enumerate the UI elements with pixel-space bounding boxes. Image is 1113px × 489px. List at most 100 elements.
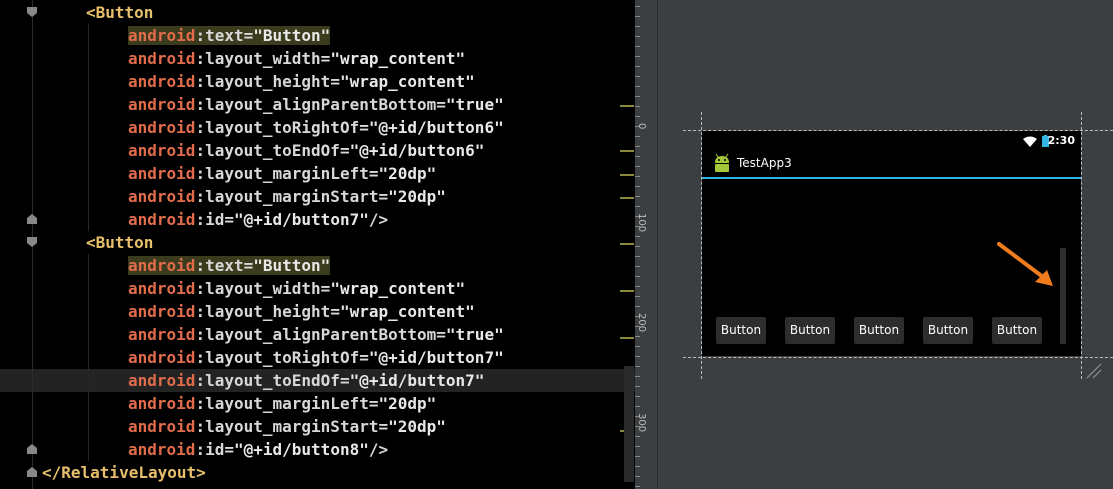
ruler-tick — [635, 166, 640, 167]
attr-key: layout_toRightOf — [205, 348, 360, 367]
colon: : — [195, 95, 206, 114]
attr-name: android:layout_marginStart="20dp" — [128, 417, 446, 436]
ruler-label: 200 — [636, 313, 647, 333]
preview-button[interactable]: Button — [923, 317, 973, 344]
attr-name: android:layout_width="wrap_content" — [128, 49, 465, 68]
ruler-tick — [635, 146, 640, 147]
colon: : — [195, 302, 206, 321]
error-stripe-mark[interactable] — [620, 290, 634, 292]
code-line[interactable]: android:layout_toEndOf="@+id/button6" — [128, 139, 484, 162]
indent-guide — [88, 254, 89, 461]
colon: : — [195, 256, 206, 275]
attr-key: layout_marginLeft — [205, 394, 369, 413]
action-bar: TestApp3 — [702, 152, 1081, 179]
ruler-tick — [635, 196, 640, 197]
attr-value: "true" — [445, 95, 504, 114]
colon: : — [195, 26, 206, 45]
attr-name: android:layout_toRightOf="@+id/button7" — [128, 348, 504, 367]
ruler-tick — [635, 246, 640, 247]
code-line[interactable]: android:id="@+id/button8"/> — [128, 438, 388, 461]
error-stripe-mark[interactable] — [620, 337, 634, 339]
attr-key: layout_toEndOf — [205, 141, 340, 160]
equals: = — [224, 210, 234, 229]
preview-button[interactable]: Button — [854, 317, 904, 344]
indent-guide — [88, 24, 89, 231]
ruler-tick — [635, 116, 640, 117]
attr-key: text — [205, 26, 244, 45]
code-line[interactable]: android:layout_alignParentBottom="true" — [128, 323, 504, 346]
fold-end-icon[interactable] — [26, 466, 38, 478]
fold-collapse-icon[interactable] — [26, 236, 38, 248]
code-line[interactable]: android:layout_marginStart="20dp" — [128, 185, 446, 208]
code-line[interactable]: android:layout_height="wrap_content" — [128, 300, 475, 323]
code-line[interactable]: android:layout_height="wrap_content" — [128, 70, 475, 93]
app-title: TestApp3 — [737, 156, 792, 170]
attr-name: android:layout_width="wrap_content" — [128, 279, 465, 298]
preview-button[interactable]: Button — [785, 317, 835, 344]
code-line[interactable]: android:text="Button" — [128, 254, 331, 277]
attr-key: id — [205, 440, 225, 459]
preview-button[interactable]: Button — [992, 317, 1042, 344]
resize-handle-icon[interactable] — [1083, 360, 1103, 380]
error-stripe-mark[interactable] — [620, 197, 634, 199]
ruler-tick — [635, 486, 640, 487]
code-line[interactable]: </RelativeLayout> — [42, 461, 206, 484]
code-line[interactable]: android:layout_marginLeft="20dp" — [128, 162, 436, 185]
code-line[interactable]: android:layout_alignParentBottom="true" — [128, 93, 504, 116]
attr-namespace: android — [128, 141, 196, 160]
attr-value: "wrap_content" — [330, 49, 466, 68]
ruler-tick — [635, 396, 640, 397]
attr-namespace: android — [128, 72, 196, 91]
xml-tag-open: <Button — [86, 233, 154, 252]
code-line[interactable]: android:layout_marginStart="20dp" — [128, 415, 446, 438]
code-line[interactable]: android:layout_marginLeft="20dp" — [128, 392, 436, 415]
attr-namespace: android — [128, 187, 196, 206]
attr-namespace: android — [128, 26, 196, 45]
ruler-tick — [635, 26, 640, 27]
attr-namespace: android — [128, 279, 196, 298]
code-line[interactable]: <Button — [86, 1, 153, 24]
fold-collapse-icon[interactable] — [26, 6, 38, 18]
attr-value: "@+id/button6" — [368, 118, 504, 137]
attr-namespace: android — [128, 164, 196, 183]
ruler-label: 300 — [636, 413, 647, 433]
layout-bound-right — [1081, 112, 1082, 379]
code-line[interactable]: android:id="@+id/button7"/> — [128, 208, 388, 231]
status-bar: 2:30 — [702, 131, 1081, 152]
tag-self-close: /> — [368, 440, 389, 459]
overflow-button-clipped[interactable] — [1060, 248, 1066, 344]
error-stripe-mark[interactable] — [620, 174, 634, 176]
attr-value: "Button" — [253, 26, 331, 45]
fold-end-icon[interactable] — [26, 213, 38, 225]
ruler-tick — [635, 56, 640, 57]
attr-namespace: android — [128, 394, 196, 413]
equals: = — [378, 187, 389, 206]
code-line[interactable]: android:layout_toRightOf="@+id/button6" — [128, 116, 504, 139]
ruler-tick — [635, 86, 640, 87]
code-line[interactable]: android:text="Button" — [128, 24, 331, 47]
attr-namespace: android — [128, 118, 196, 137]
error-stripe-mark[interactable] — [620, 243, 634, 245]
attr-name: android:layout_alignParentBottom="true" — [128, 325, 504, 344]
equals: = — [339, 371, 350, 390]
code-line[interactable]: <Button — [86, 231, 153, 254]
attr-key: layout_alignParentBottom — [205, 95, 437, 114]
attr-key: layout_width — [205, 279, 321, 298]
code-line[interactable]: android:layout_toRightOf="@+id/button7" — [128, 346, 504, 369]
error-stripe-mark[interactable] — [620, 150, 634, 152]
equals: = — [436, 95, 446, 114]
attr-name: android:layout_toEndOf="@+id/button7" — [128, 371, 484, 390]
equals: = — [330, 72, 340, 91]
fold-end-icon[interactable] — [26, 443, 38, 455]
editor-scrollbar-thumb[interactable] — [624, 366, 634, 482]
code-line[interactable]: android:layout_toEndOf="@+id/button7" — [128, 369, 484, 392]
code-line[interactable]: android:layout_width="wrap_content" — [128, 277, 465, 300]
equals: = — [320, 49, 331, 68]
error-stripe-mark[interactable] — [620, 105, 634, 107]
preview-button[interactable]: Button — [716, 317, 766, 344]
xml-code-editor[interactable]: <Button android:text="Button" android:layo… — [0, 0, 635, 489]
ruler-tick — [635, 46, 640, 47]
code-line[interactable]: android:layout_width="wrap_content" — [128, 47, 465, 70]
attr-value: "@+id/button7" — [233, 210, 369, 229]
ruler-tick — [635, 106, 640, 107]
